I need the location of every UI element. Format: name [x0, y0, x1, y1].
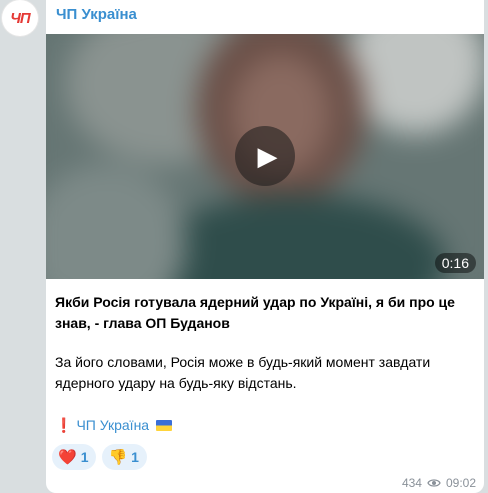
avatar-text: ЧП — [10, 9, 30, 27]
view-count: 434 — [401, 476, 422, 490]
message-meta: 434 09:02 — [402, 476, 476, 490]
message-time: 09:02 — [445, 476, 476, 490]
post-body: За його словами, Росія може в будь-який … — [55, 354, 431, 391]
exclamation-icon: ❗ — [55, 417, 73, 433]
post-headline: Якби Росія готувала ядерний удар по Укра… — [55, 294, 455, 331]
post-signature: ❗ ЧП Україна — [55, 415, 173, 436]
heart-icon: ❤️ — [58, 449, 77, 466]
play-button[interactable]: ▶ — [235, 126, 295, 186]
reactions-bar: ❤️ 1 👎 1 — [52, 444, 147, 470]
play-icon: ▶ — [257, 141, 278, 171]
channel-name[interactable]: ЧП Україна — [56, 6, 137, 23]
flag-ukraine-icon — [156, 420, 173, 431]
message-bubble: ЧП Україна ▶ 0:16 Якби Росія готувала яд… — [46, 0, 484, 493]
thumbs-down-icon: 👎 — [108, 449, 128, 466]
channel-link[interactable]: ЧП Україна — [76, 415, 149, 436]
reaction-count: 1 — [80, 449, 89, 465]
channel-avatar[interactable]: ЧП — [2, 0, 38, 36]
video-duration: 0:16 — [434, 253, 476, 273]
reaction-heart[interactable]: ❤️ 1 — [52, 444, 97, 470]
reaction-count: 1 — [131, 449, 139, 465]
video-player[interactable]: ▶ 0:16 — [46, 34, 484, 279]
eye-icon — [427, 479, 441, 487]
reaction-thumbs-down[interactable]: 👎 1 — [102, 444, 147, 470]
